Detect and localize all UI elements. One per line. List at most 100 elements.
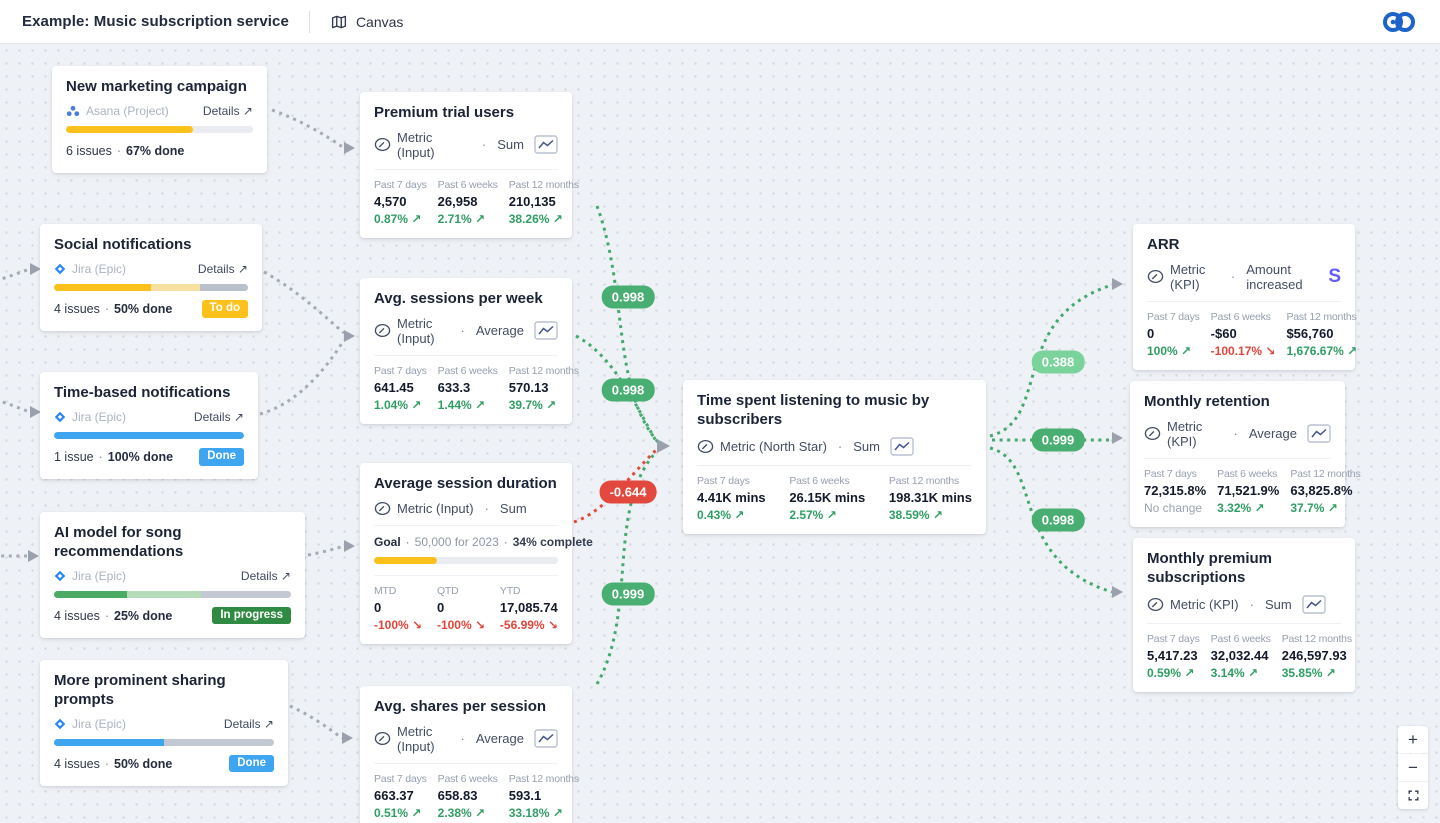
metric-stats: Past 7 days4.41K mins0.43% ↗ Past 6 week… [697,475,972,522]
issues-summary: 4 issues·50% done [54,302,172,316]
metric-stats: Past 7 days5,417.230.59% ↗ Past 6 weeks3… [1147,633,1341,680]
metric-agg: Sum [853,439,880,454]
progress-bar [54,284,248,291]
asana-icon [66,105,80,117]
metric-agg: Sum [1265,597,1292,612]
chart-icon[interactable] [534,729,558,748]
card-title: Avg. sessions per week [374,290,558,309]
jira-icon [54,411,66,423]
card-title: Avg. shares per session [374,698,558,717]
card-title: Premium trial users [374,104,558,123]
correlation-badge[interactable]: -0.644 [600,481,657,504]
metric-card-avg-shares[interactable]: Avg. shares per session Metric (Input) ·… [360,686,572,823]
issues-summary: 1 issue·100% done [54,450,173,464]
issues-summary: 6 issues·67% done [66,144,184,158]
app-window: Example: Music subscription service Canv… [0,0,1440,823]
nav-canvas[interactable]: Canvas [330,13,403,31]
correlation-badge[interactable]: 0.999 [1032,429,1085,452]
correlation-badge[interactable]: 0.998 [602,379,655,402]
correlation-badge[interactable]: 0.998 [602,286,655,309]
metric-stats: MTD0-100% ↘ QTD0-100% ↘ YTD17,085.74-56.… [374,585,558,632]
metric-type: Metric (KPI) [1170,597,1239,612]
metric-card-monthly-retention[interactable]: Monthly retention Metric (KPI) · Average… [1130,381,1345,527]
source-label: Jira (Epic) [72,262,126,276]
metric-type: Metric (KPI) [1170,262,1220,292]
metric-agg: Amount increased [1246,262,1322,292]
metric-card-avg-session-duration[interactable]: Average session duration Metric (Input) … [360,463,572,644]
chart-icon[interactable] [1307,424,1331,443]
metric-agg: Average [1249,426,1297,441]
goal-row: Goal·50,000 for 2023·34% complete [374,535,558,549]
details-link[interactable]: Details ↗ [203,104,253,118]
card-title: Average session duration [374,475,558,494]
jira-icon [54,718,66,730]
metric-stats: Past 7 days0100% ↗ Past 6 weeks-$60-100.… [1147,311,1341,358]
work-card-time-based-notifications[interactable]: Time-based notifications Jira (Epic) Det… [40,372,258,479]
zoom-in-button[interactable]: + [1398,726,1428,753]
details-link[interactable]: Details ↗ [224,717,274,731]
issues-summary: 4 issues·50% done [54,757,172,771]
card-title: AI model for song recommendations [54,524,291,562]
goal-progress-bar [374,557,558,564]
fit-view-icon [1407,789,1420,802]
header-divider [309,11,310,33]
doubleloop-logo-icon[interactable] [1380,8,1418,36]
canvas-zoom-controls: + − [1398,726,1428,809]
details-link[interactable]: Details ↗ [198,262,248,276]
canvas[interactable]: New marketing campaign Asana (Project) D… [0,44,1440,823]
gauge-icon [1147,597,1164,612]
metric-stats: Past 7 days663.370.51% ↗ Past 6 weeks658… [374,773,558,820]
correlation-badge[interactable]: 0.998 [1032,509,1085,532]
progress-bar [54,432,244,439]
gauge-icon [374,501,391,516]
metric-card-arr[interactable]: ARR Metric (KPI) · Amount increased S Pa… [1133,224,1355,370]
metric-type: Metric (Input) [397,501,474,516]
progress-bar [54,739,274,746]
metric-card-time-spent-listening[interactable]: Time spent listening to music by subscri… [683,380,986,534]
metric-card-monthly-premium-subscriptions[interactable]: Monthly premium subscriptions Metric (KP… [1133,538,1355,692]
metric-stats: Past 7 days641.451.04% ↗ Past 6 weeks633… [374,365,558,412]
progress-bar [66,126,253,133]
work-card-social-notifications[interactable]: Social notifications Jira (Epic) Details… [40,224,262,331]
card-title: Social notifications [54,236,248,255]
work-card-new-marketing-campaign[interactable]: New marketing campaign Asana (Project) D… [52,66,267,173]
gauge-icon [1144,426,1161,441]
card-title: More prominent sharing prompts [54,672,274,710]
chart-icon[interactable] [534,321,558,340]
chart-icon[interactable] [534,135,558,154]
jira-icon [54,263,66,275]
jira-icon [54,570,66,582]
gauge-icon [1147,269,1164,284]
metric-agg: Average [476,731,524,746]
work-card-ai-model[interactable]: AI model for song recommendations Jira (… [40,512,305,638]
zoom-out-button[interactable]: − [1398,754,1428,781]
source-label: Jira (Epic) [72,569,126,583]
metric-card-avg-sessions[interactable]: Avg. sessions per week Metric (Input) · … [360,278,572,424]
correlation-badge[interactable]: 0.388 [1032,351,1085,374]
metric-stats: Past 7 days4,5700.87% ↗ Past 6 weeks26,9… [374,179,558,226]
chart-icon[interactable] [1302,595,1326,614]
nav-canvas-label: Canvas [356,14,403,30]
correlation-badge[interactable]: 0.999 [602,583,655,606]
card-title: Time spent listening to music by subscri… [697,392,972,430]
chart-icon[interactable] [890,437,914,456]
issues-summary: 4 issues·25% done [54,609,172,623]
details-link[interactable]: Details ↗ [194,410,244,424]
metric-agg: Sum [500,501,527,516]
card-title: Monthly retention [1144,393,1331,412]
metric-type: Metric (Input) [397,130,471,160]
card-title: Time-based notifications [54,384,244,403]
work-card-sharing-prompts[interactable]: More prominent sharing prompts Jira (Epi… [40,660,288,786]
details-link[interactable]: Details ↗ [241,569,291,583]
metric-type: Metric (KPI) [1167,419,1222,449]
top-bar: Example: Music subscription service Canv… [0,0,1440,44]
gauge-icon [374,137,391,152]
workspace-title: Example: Music subscription service [22,13,289,30]
card-title: ARR [1147,236,1341,255]
fit-view-button[interactable] [1398,782,1428,809]
metric-card-premium-trial-users[interactable]: Premium trial users Metric (Input) · Sum… [360,92,572,238]
gauge-icon [374,731,391,746]
metric-agg: Sum [497,137,524,152]
status-badge: In progress [212,607,291,625]
card-title: Monthly premium subscriptions [1147,550,1341,588]
